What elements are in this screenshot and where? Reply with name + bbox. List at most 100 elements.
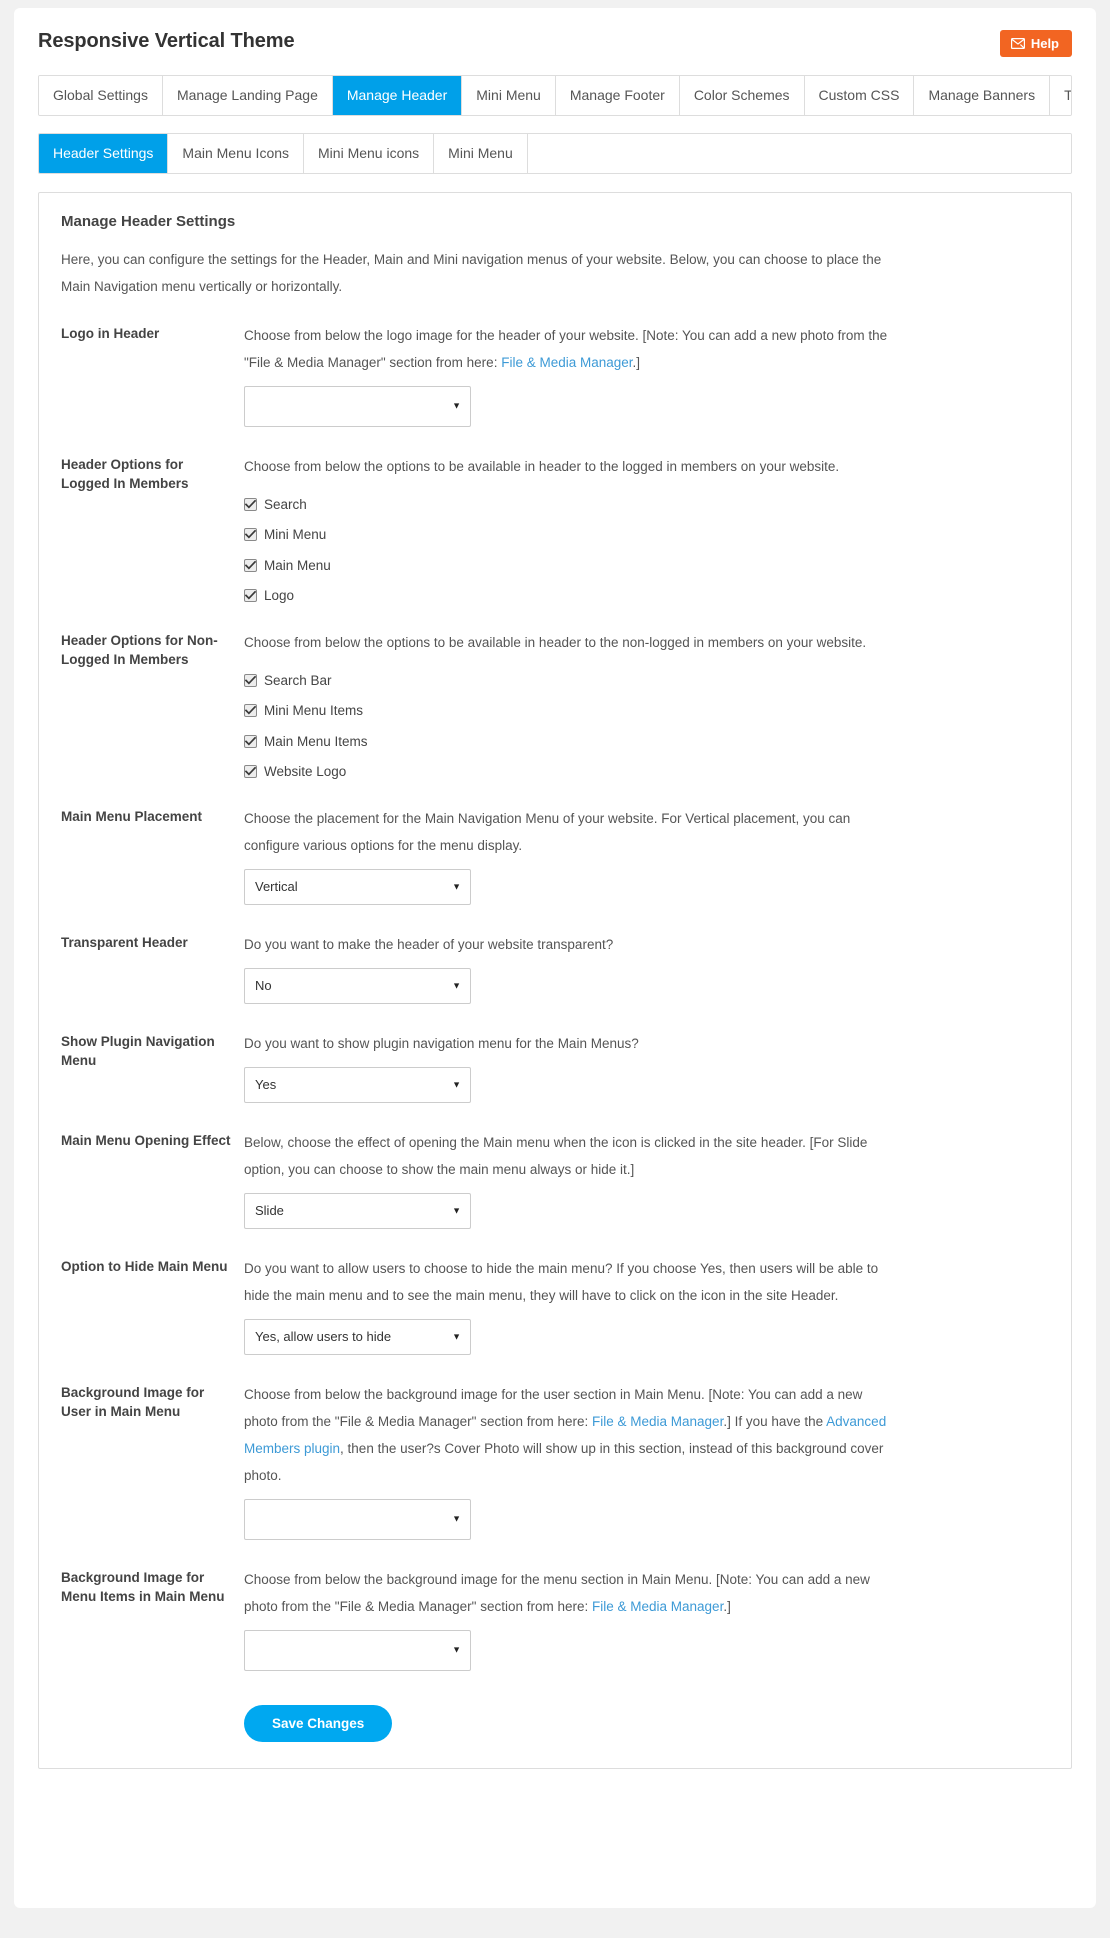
description-text: Choose from below the options to be avai…	[244, 634, 867, 650]
checkbox-main-menu-items[interactable]: Main Menu Items	[244, 735, 1049, 749]
select-option-to-hide-main-menu[interactable]: Yes, allow users to hide	[244, 1318, 471, 1355]
select-wrapper-background-image-for-menu-items-in-main-menu: ▼	[244, 1629, 471, 1671]
settings-card: Responsive Vertical Theme Help Global Se…	[14, 8, 1096, 1908]
setting-label-logo-in-header: Logo in Header	[61, 325, 160, 341]
setting-description: Choose from below the options to be avai…	[244, 453, 899, 480]
checkbox-box-icon[interactable]	[244, 528, 257, 542]
save-changes-button[interactable]: Save Changes	[244, 1704, 393, 1743]
checkbox-box-icon[interactable]	[244, 497, 257, 511]
select-wrapper-main-menu-opening-effect: Slide ▼	[244, 1192, 471, 1229]
setting-description: Do you want to make the header of your w…	[244, 931, 899, 958]
help-button[interactable]: Help	[999, 30, 1072, 57]
setting-body-background-image-for-menu-items-in-main-menu: Choose from below the background image f…	[234, 1566, 1049, 1671]
setting-body-header-options-for-non-logged-in-members: Choose from below the options to be avai…	[234, 629, 1049, 779]
description-text: Do you want to allow users to choose to …	[244, 1260, 879, 1303]
description-text: Choose the placement for the Main Naviga…	[244, 810, 851, 853]
setting-row-header-options-for-non-logged-in-members: Header Options for Non-Logged In Members…	[61, 629, 1049, 779]
description-text: Do you want to make the header of your w…	[244, 936, 614, 952]
checkbox-label: Main Menu	[264, 557, 331, 573]
select-show-plugin-navigation-menu[interactable]: Yes	[244, 1066, 471, 1103]
setting-description: Choose the placement for the Main Naviga…	[244, 805, 899, 859]
envelope-icon	[1010, 38, 1025, 49]
checkbox-box-icon[interactable]	[244, 589, 257, 603]
tab-mini-menu[interactable]: Mini Menu	[462, 76, 556, 115]
select-background-image-for-menu-items-in-main-menu[interactable]	[244, 1629, 471, 1671]
setting-label-transparent-header: Transparent Header	[61, 934, 188, 950]
setting-body-main-menu-opening-effect: Below, choose the effect of opening the …	[234, 1129, 1049, 1229]
tab-global-settings[interactable]: Global Settings	[39, 76, 163, 115]
setting-row-option-to-hide-main-menu: Option to Hide Main Menu Do you want to a…	[61, 1255, 1049, 1355]
tab-manage-banners[interactable]: Manage Banners	[914, 76, 1051, 115]
card-header: Responsive Vertical Theme Help	[38, 26, 1072, 67]
description-text: Choose from below the options to be avai…	[244, 458, 840, 474]
checkbox-main-menu[interactable]: Main Menu	[244, 559, 1049, 573]
link-file-media-manager[interactable]: File & Media Manager	[501, 355, 632, 370]
setting-label-background-image-for-user-in-main-menu: Background Image for User in Main Menu	[61, 1384, 205, 1420]
subtab-main-menu-icons[interactable]: Main Menu Icons	[168, 133, 305, 173]
setting-label-main-menu-placement: Main Menu Placement	[61, 808, 203, 824]
select-wrapper-main-menu-placement: Vertical ▼	[244, 868, 471, 905]
setting-description: Choose from below the background image f…	[244, 1566, 899, 1620]
link-file-media-manager[interactable]: File & Media Manager	[592, 1414, 723, 1429]
checkbox-label: Logo	[264, 588, 295, 604]
select-wrapper-background-image-for-user-in-main-menu: ▼	[244, 1498, 471, 1540]
setting-row-background-image-for-menu-items-in-main-menu: Background Image for Menu Items in Main …	[61, 1566, 1049, 1671]
select-main-menu-opening-effect[interactable]: Slide	[244, 1192, 471, 1229]
setting-description: Choose from below the options to be avai…	[244, 629, 899, 656]
checkbox-search[interactable]: Search	[244, 498, 1049, 512]
setting-description: Choose from below the background image f…	[244, 1381, 899, 1489]
tab-manage-footer[interactable]: Manage Footer	[555, 76, 680, 115]
panel-intro: Here, you can configure the settings for…	[61, 251, 882, 294]
select-wrapper-transparent-header: No ▼	[244, 967, 471, 1004]
setting-label-background-image-for-menu-items-in-main-menu: Background Image for Menu Items in Main …	[61, 1569, 225, 1605]
secondary-tab-bar: Header Settings Main Menu Icons Mini Menu …	[38, 132, 1072, 174]
setting-label-show-plugin-navigation-menu: Show Plugin Navigation Menu	[61, 1033, 215, 1069]
setting-description: Choose from below the logo image for the…	[244, 322, 899, 376]
subtab-mini-menu[interactable]: Mini Menu	[434, 133, 528, 173]
setting-row-main-menu-placement: Main Menu Placement Choose the placement …	[61, 805, 1049, 905]
checkbox-box-icon[interactable]	[244, 765, 257, 779]
select-transparent-header[interactable]: No	[244, 967, 471, 1004]
help-button-label: Help	[1030, 36, 1059, 51]
link-file-media-manager[interactable]: File & Media Manager	[592, 1599, 723, 1614]
subtab-mini-menu-icons[interactable]: Mini Menu icons	[304, 133, 435, 173]
checkbox-mini-menu[interactable]: Mini Menu	[244, 528, 1049, 542]
select-wrapper-show-plugin-navigation-menu: Yes ▼	[244, 1066, 471, 1103]
setting-description: Below, choose the effect of opening the …	[244, 1129, 899, 1183]
setting-label-header-options-for-non-logged-in-members: Header Options for Non-Logged In Members	[61, 632, 218, 668]
save-row: Save Changes	[61, 1704, 1049, 1743]
tab-manage-landing-page[interactable]: Manage Landing Page	[162, 76, 333, 115]
select-wrapper-logo-in-header: ▼	[244, 385, 471, 427]
tab-manage-header[interactable]: Manage Header	[332, 76, 463, 115]
description-text: .]	[723, 1598, 731, 1614]
checkbox-logo[interactable]: Logo	[244, 589, 1049, 603]
setting-body-header-options-for-logged-in-members: Choose from below the options to be avai…	[234, 453, 1049, 603]
checkbox-box-icon[interactable]	[244, 673, 257, 687]
description-text: Do you want to show plugin navigation me…	[244, 1035, 639, 1051]
settings-panel: Manage Header Settings Here, you can con…	[38, 191, 1072, 1770]
checkbox-box-icon[interactable]	[244, 704, 257, 718]
setting-label-main-menu-opening-effect: Main Menu Opening Effect	[61, 1132, 231, 1148]
checkbox-website-logo[interactable]: Website Logo	[244, 765, 1049, 779]
checkbox-box-icon[interactable]	[244, 734, 257, 748]
setting-row-background-image-for-user-in-main-menu: Background Image for User in Main Menu Ch…	[61, 1381, 1049, 1540]
tab-color-schemes[interactable]: Color Schemes	[679, 76, 805, 115]
primary-tab-bar: Global Settings Manage Landing Page Manage…	[38, 75, 1072, 116]
select-background-image-for-user-in-main-menu[interactable]	[244, 1498, 471, 1540]
tab-custom-css[interactable]: Custom CSS	[804, 76, 915, 115]
setting-body-main-menu-placement: Choose the placement for the Main Naviga…	[234, 805, 1049, 905]
setting-row-show-plugin-navigation-menu: Show Plugin Navigation Menu Do you want t…	[61, 1030, 1049, 1103]
select-logo-in-header[interactable]	[244, 385, 471, 427]
setting-row-transparent-header: Transparent Header Do you want to make th…	[61, 931, 1049, 1004]
checkbox-label: Mini Menu Items	[264, 703, 364, 719]
setting-row-logo-in-header: Logo in Header Choose from below the logo…	[61, 322, 1049, 427]
setting-description: Do you want to allow users to choose to …	[244, 1255, 899, 1309]
select-main-menu-placement[interactable]: Vertical	[244, 868, 471, 905]
checkbox-box-icon[interactable]	[244, 558, 257, 572]
checkbox-mini-menu-items[interactable]: Mini Menu Items	[244, 704, 1049, 718]
tab-typography[interactable]: Typography	[1050, 76, 1071, 115]
setting-row-main-menu-opening-effect: Main Menu Opening Effect Below, choose th…	[61, 1129, 1049, 1229]
checkbox-label: Main Menu Items	[264, 733, 368, 749]
checkbox-search-bar[interactable]: Search Bar	[244, 674, 1049, 688]
subtab-header-settings[interactable]: Header Settings	[39, 133, 169, 173]
